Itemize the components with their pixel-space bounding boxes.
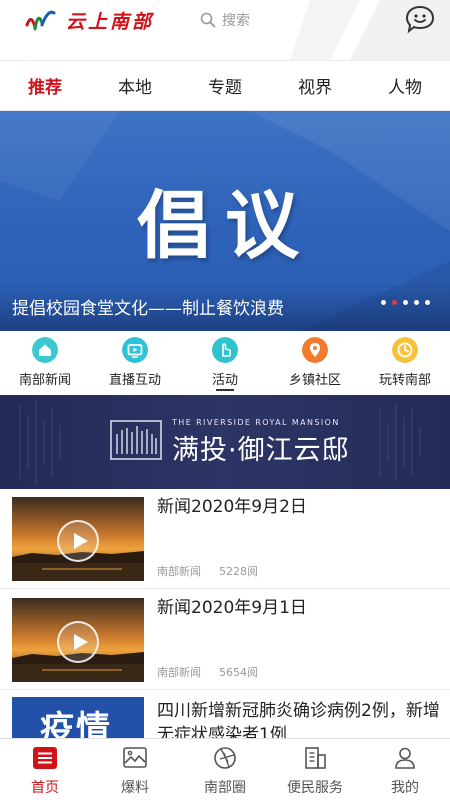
hero-banner[interactable]: 倡议 提倡校园食堂文化——制止餐饮浪费: [0, 111, 450, 331]
quick-nav-explore[interactable]: 玩转南部: [360, 331, 450, 393]
quick-nav-nanbu-news[interactable]: 南部新闻: [0, 331, 90, 393]
quick-nav-label: 活动: [211, 373, 238, 388]
news-item-partial[interactable]: 疫情 四川新增新冠肺炎确诊病例2例，新增无症状感染者1例: [0, 691, 450, 739]
bottom-nav-circle[interactable]: 南部圈: [180, 739, 270, 800]
home-icon: [32, 337, 58, 363]
banner-caption: 提倡校园食堂文化——制止餐饮浪费: [12, 299, 284, 319]
logo-text: 云上南部: [66, 10, 155, 33]
app-screen: 云上南部 搜索 推荐 本地 专题 视界 人物 倡议 提倡校园食堂文化——制止餐饮…: [0, 0, 450, 800]
category-tabs: 推荐 本地 专题 视界 人物: [0, 60, 450, 111]
news-thumbnail: [12, 497, 144, 581]
compass-icon: [392, 337, 418, 363]
quick-nav-active-indicator: [216, 389, 234, 391]
news-item[interactable]: 新闻2020年9月2日 南部新闻 5228阅: [0, 489, 450, 589]
hand-pointer-icon: [212, 337, 238, 363]
bottom-nav-label: 便民服务: [287, 780, 343, 796]
ad-banner[interactable]: THE RIVERSIDE ROYAL MANSION 满投·御江云邸: [0, 395, 450, 489]
carousel-dot[interactable]: [403, 300, 408, 305]
bottom-nav-label: 爆料: [121, 780, 149, 796]
chat-smile-icon[interactable]: [404, 4, 436, 34]
news-meta: 南部新闻 5228阅: [157, 563, 258, 579]
news-thumbnail: [12, 598, 144, 682]
news-views: 5654阅: [219, 666, 258, 679]
quick-nav-township[interactable]: 乡镇社区: [270, 331, 360, 393]
user-icon: [395, 747, 415, 769]
tab-vision[interactable]: 视界: [270, 73, 360, 98]
news-meta: 南部新闻 5654阅: [157, 664, 258, 680]
carousel-dot[interactable]: [414, 300, 419, 305]
search-bar[interactable]: 搜索: [200, 6, 250, 34]
ad-subtitle: THE RIVERSIDE ROYAL MANSION: [172, 418, 340, 427]
tab-topics[interactable]: 专题: [180, 73, 270, 98]
bottom-nav-label: 首页: [31, 780, 59, 796]
bottom-nav-tipoff[interactable]: 爆料: [90, 739, 180, 800]
mansion-logo-icon: [110, 420, 162, 460]
bottom-nav-label: 我的: [391, 780, 419, 796]
quick-nav: 南部新闻 直播互动 活动 乡镇社区 玩转南部: [0, 331, 450, 393]
news-source: 南部新闻: [157, 565, 201, 578]
ad-title: 满投·御江云邸: [172, 435, 350, 466]
play-button-icon[interactable]: [57, 520, 99, 562]
tab-local[interactable]: 本地: [90, 73, 180, 98]
quick-nav-label: 玩转南部: [378, 373, 431, 388]
news-title: 四川新增新冠肺炎确诊病例2例，新增无症状感染者1例: [157, 701, 440, 739]
play-button-icon[interactable]: [57, 621, 99, 663]
carousel-dot[interactable]: [381, 300, 386, 305]
home-menu-icon: [33, 747, 57, 769]
carousel-indicator: [381, 300, 430, 305]
carousel-dot[interactable]: [425, 300, 430, 305]
news-item[interactable]: 新闻2020年9月1日 南部新闻 5654阅: [0, 590, 450, 690]
quick-nav-label: 南部新闻: [18, 373, 71, 388]
news-title: 新闻2020年9月1日: [157, 598, 307, 618]
tab-recommend[interactable]: 推荐: [0, 73, 90, 98]
quick-nav-label: 乡镇社区: [288, 373, 341, 388]
tv-icon: [122, 337, 148, 363]
news-title: 新闻2020年9月2日: [157, 497, 307, 517]
bottom-nav-home[interactable]: 首页: [0, 739, 90, 800]
bottom-nav-label: 南部圈: [204, 780, 246, 796]
tab-people[interactable]: 人物: [360, 73, 450, 98]
news-source: 南部新闻: [157, 666, 201, 679]
news-views: 5228阅: [219, 565, 258, 578]
quick-nav-live[interactable]: 直播互动: [90, 331, 180, 393]
thumbnail-caption: 疫情: [40, 709, 112, 739]
search-placeholder: 搜索: [222, 13, 250, 29]
search-icon: [200, 12, 216, 28]
building-icon: [305, 747, 326, 769]
app-logo[interactable]: 云上南部: [24, 6, 154, 34]
bottom-nav-profile[interactable]: 我的: [360, 739, 450, 800]
quick-nav-activity[interactable]: 活动: [180, 331, 270, 393]
bottom-nav-services[interactable]: 便民服务: [270, 739, 360, 800]
logo-mark-icon: [25, 10, 56, 31]
quick-nav-label: 直播互动: [108, 373, 161, 388]
carousel-dot-active[interactable]: [392, 300, 397, 305]
news-thumbnail: 疫情: [12, 697, 144, 739]
image-icon: [123, 747, 147, 768]
app-header: 云上南部 搜索: [0, 0, 450, 60]
bottom-nav: 首页 爆料 南部圈 便民服务 我的: [0, 738, 450, 800]
banner-headline: 倡议: [137, 183, 313, 269]
aperture-icon: [214, 747, 236, 769]
location-badge-icon: [302, 337, 328, 363]
